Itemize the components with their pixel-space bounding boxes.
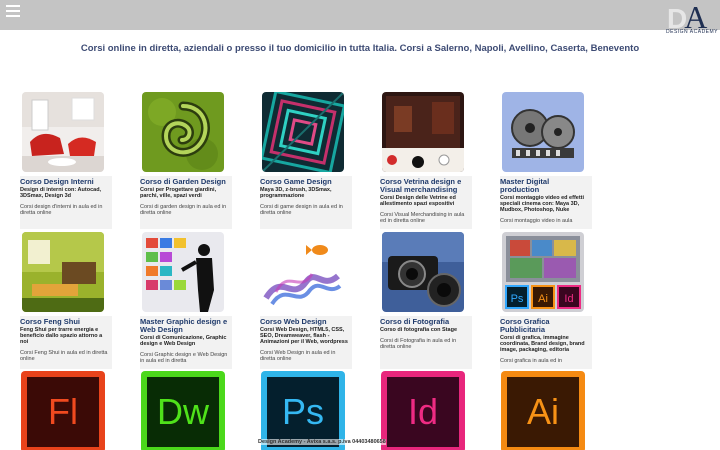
course-subtitle: Design di interni con: Autocad, 3DSmax, … (20, 187, 102, 199)
course-description: Corsi Graphic design e Web Design in aul… (140, 352, 228, 364)
indesign-icon[interactable]: Id (381, 371, 465, 450)
flash-icon-label: Fl (27, 377, 99, 447)
course-subtitle: Maya 3D, z-brush, 3DSmax, programmazione (260, 187, 332, 199)
dreamweaver-icon[interactable]: Dw (141, 371, 225, 450)
garden-design-image[interactable] (142, 92, 224, 172)
illustrator-icon-label: Ai (507, 377, 579, 447)
course-subtitle: Feng Shui per trarre energia e beneficio… (20, 327, 103, 345)
course-description: Corsi Web Design in aula ed in diretta o… (260, 350, 336, 362)
course-description: Corsi grafica in aula ed in (500, 358, 563, 364)
logo[interactable]: DA DESIGN ACADEMY (664, 0, 718, 40)
web-design-image[interactable] (262, 232, 344, 312)
course-subtitle: Corsi Web Design, HTML5, CSS, SEO, Dream… (260, 327, 348, 345)
course-info: Corso Web Design Corsi Web Design, HTML5… (260, 316, 352, 369)
footer-text: Design Academy - Avixa s.a.s. p.iva 0440… (258, 439, 386, 445)
course-description: Corsi di Fotografia in aula ed in dirett… (380, 338, 457, 350)
photoshop-icon-label: Ps (267, 377, 339, 447)
hamburger-icon[interactable] (6, 5, 20, 17)
course-title[interactable]: Corso Game Design (260, 178, 350, 186)
film-reel-image[interactable] (502, 92, 584, 172)
course-description: Corsi design d'interni in aula ed in dir… (20, 204, 103, 216)
camera-image[interactable] (382, 232, 464, 312)
course-info: Master Digital production Corsi montaggi… (500, 176, 592, 229)
course-description: Corsi montaggio video in aula (500, 218, 573, 224)
course-title[interactable]: Master Graphic design e Web Design (140, 318, 230, 334)
course-info: Corso Grafica Pubblicitaria Corsi di gra… (500, 316, 592, 369)
course-info: Corso di Garden Design Corsi per Progett… (140, 176, 232, 229)
logo-subtitle: DESIGN ACADEMY (666, 29, 719, 35)
course-info: Corso Game Design Maya 3D, z-brush, 3DSm… (260, 176, 352, 229)
course-title[interactable]: Master Digital production (500, 178, 590, 194)
flash-icon[interactable]: Fl (21, 371, 105, 450)
feng-shui-image[interactable] (22, 232, 104, 312)
illustrator-icon[interactable]: Ai (501, 371, 585, 450)
course-subtitle: Corsi di grafica, immagine coordinata, B… (500, 335, 585, 353)
course-title[interactable]: Corso Vetrina design e Visual merchandis… (380, 178, 470, 194)
course-subtitle: Corso di fotografia con Stage (380, 327, 458, 333)
top-bar (0, 0, 720, 30)
course-description: Corsi Visual Merchandising in aula ed in… (380, 212, 465, 224)
course-title[interactable]: Corso Web Design (260, 318, 350, 326)
course-subtitle: Corsi Design delle Vetrine ed allestimen… (380, 195, 456, 207)
course-title[interactable]: Corso Feng Shui (20, 318, 110, 326)
game-design-image[interactable] (262, 92, 344, 172)
course-info: Corso Design Interni Design di interni c… (20, 176, 112, 229)
graphic-software-image[interactable]: Ps Ai Id (502, 232, 584, 312)
course-subtitle: Corsi per Progettare giardini, parchi, v… (140, 187, 217, 199)
course-title[interactable]: Corso di Fotografia (380, 318, 470, 326)
interior-design-image[interactable] (22, 92, 104, 172)
course-description: Corsi di garden design in aula ed in dir… (140, 204, 227, 216)
course-subtitle: Corsi montaggio video ed effetti special… (500, 195, 585, 213)
course-info: Master Graphic design e Web Design Corsi… (140, 316, 232, 369)
course-description: Corsi Feng Shui in aula ed in diretta on… (20, 350, 108, 362)
course-info: Corso Vetrina design e Visual merchandis… (380, 176, 472, 229)
window-display-image[interactable] (382, 92, 464, 172)
page-headline: Corsi online in diretta, aziendali o pre… (80, 43, 640, 54)
course-title[interactable]: Corso Grafica Pubblicitaria (500, 318, 590, 334)
course-info: Corso Feng Shui Feng Shui per trarre ene… (20, 316, 112, 369)
mini-id-label: Id (564, 293, 573, 305)
indesign-icon-label: Id (387, 377, 459, 447)
dreamweaver-icon-label: Dw (147, 377, 219, 447)
course-subtitle: Corsi di Comunicazione, Graphic design e… (140, 335, 227, 347)
course-title[interactable]: Corso di Garden Design (140, 178, 230, 186)
course-info: Corso di Fotografia Corso di fotografia … (380, 316, 472, 369)
mini-ai-label: Ai (538, 293, 548, 305)
mini-ps-label: Ps (511, 293, 524, 305)
course-description: Corsi di game design in aula ed in diret… (260, 204, 343, 216)
course-title[interactable]: Corso Design Interni (20, 178, 110, 186)
graphic-design-image[interactable] (142, 232, 224, 312)
